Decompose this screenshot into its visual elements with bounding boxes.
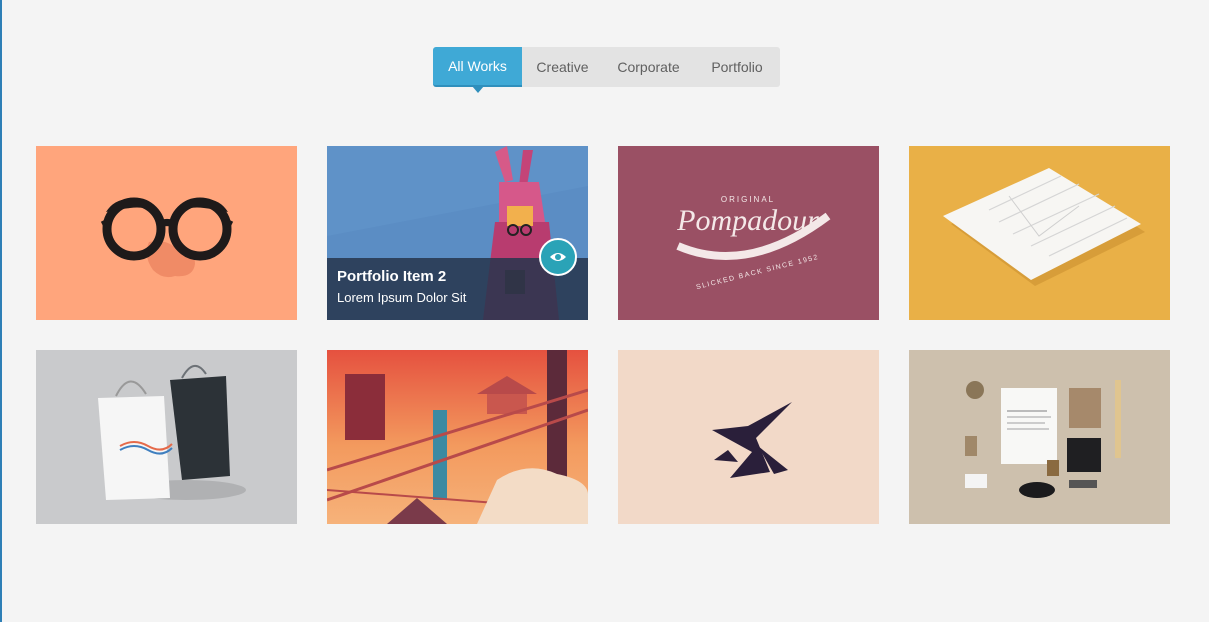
filter-tab-all-works[interactable]: All Works (433, 47, 522, 93)
portfolio-item-4[interactable] (909, 146, 1170, 320)
filter-tab-creative[interactable]: Creative (522, 47, 603, 87)
portfolio-item-3[interactable]: ORIGINAL Pompadour SLICKED BACK SINCE 19… (618, 146, 879, 320)
portfolio-item-5[interactable] (36, 350, 297, 524)
stationery-paper-image (909, 146, 1170, 320)
filter-tab-corporate[interactable]: Corporate (603, 47, 694, 87)
view-button[interactable] (539, 238, 577, 276)
filter-tab-portfolio[interactable]: Portfolio (694, 47, 780, 87)
abstract-logo-image (618, 350, 879, 524)
svg-text:Pompadour: Pompadour (676, 204, 819, 237)
portfolio-item-2[interactable]: Portfolio Item 2 Lorem Ipsum Dolor Sit (327, 146, 588, 320)
shopping-bags-image (36, 350, 297, 524)
portfolio-item-6[interactable] (327, 350, 588, 524)
portfolio-item-1[interactable] (36, 146, 297, 320)
city-illustration-image (327, 350, 588, 524)
svg-text:ORIGINAL: ORIGINAL (721, 195, 775, 204)
pompadour-logo-image: ORIGINAL Pompadour SLICKED BACK SINCE 19… (618, 146, 879, 320)
portfolio-item-subtitle: Lorem Ipsum Dolor Sit (337, 290, 467, 305)
branding-mockup-image (909, 350, 1170, 524)
portfolio-item-8[interactable] (909, 350, 1170, 524)
portfolio-item-title: Portfolio Item 2 (337, 268, 447, 285)
glasses-mask-image (36, 146, 297, 320)
portfolio-filter-tabs: All Works Creative Corporate Portfolio (433, 47, 780, 93)
portfolio-item-7[interactable] (618, 350, 879, 524)
eye-icon (550, 253, 566, 261)
